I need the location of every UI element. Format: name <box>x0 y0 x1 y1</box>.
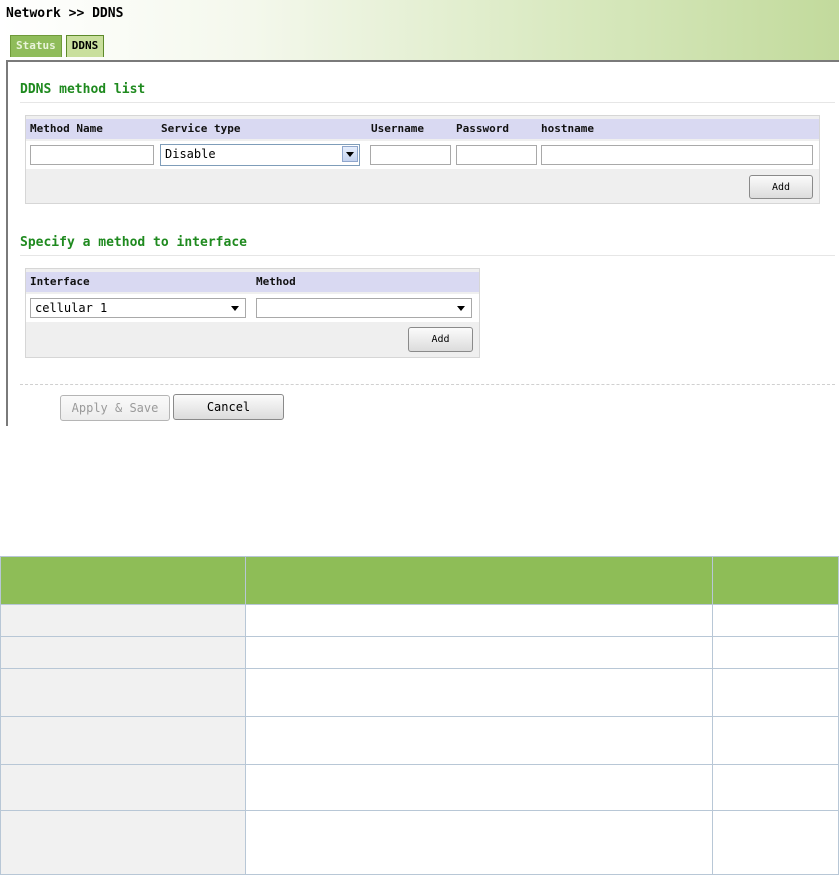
interface-value: cellular 1 <box>35 301 108 315</box>
service-type-select[interactable]: Disable <box>160 144 360 166</box>
interface-method-table: Interface Method cellular 1 Add <box>25 268 480 358</box>
breadcrumb: Network >> DDNS <box>6 6 124 21</box>
table-header-row <box>0 556 839 605</box>
interface-select[interactable]: cellular 1 <box>30 298 246 318</box>
table-row <box>0 668 839 717</box>
apply-save-button[interactable]: Apply & Save <box>60 395 170 421</box>
chevron-down-icon <box>231 306 239 311</box>
section-title-interface: Specify a method to interface <box>20 235 247 250</box>
method-select[interactable] <box>256 298 472 318</box>
add-method-button[interactable]: Add <box>749 175 813 199</box>
col-username: Username <box>371 122 424 135</box>
add-interface-button[interactable]: Add <box>408 327 473 352</box>
method-name-input[interactable] <box>30 145 154 165</box>
tab-ddns[interactable]: DDNS <box>65 35 105 57</box>
dropdown-arrow-icon[interactable] <box>342 146 358 162</box>
actions-divider <box>20 384 835 385</box>
tab-status[interactable]: Status <box>10 35 62 57</box>
interface-table-header: Interface Method <box>26 272 479 292</box>
table-header-cell <box>712 556 839 605</box>
tab-strip: Status DDNS <box>10 35 105 57</box>
service-type-value: Disable <box>165 147 216 161</box>
top-header-bar: Network >> DDNS Status DDNS <box>0 0 839 62</box>
password-input[interactable] <box>456 145 537 165</box>
col-service-type: Service type <box>161 122 241 135</box>
col-hostname: hostname <box>541 122 594 135</box>
hostname-input[interactable] <box>541 145 813 165</box>
table-row <box>0 604 839 637</box>
col-interface: Interface <box>30 275 90 288</box>
table-header-cell <box>244 556 714 605</box>
col-method-name: Method Name <box>30 122 103 135</box>
table-row <box>0 810 839 875</box>
parameter-table <box>0 556 839 875</box>
section-title-ddns-method-list: DDNS method list <box>20 82 146 97</box>
section-divider <box>20 102 835 103</box>
ddns-method-table-header: Method Name Service type Username Passwo… <box>26 119 819 139</box>
section-divider <box>20 255 835 256</box>
ddns-method-table: Method Name Service type Username Passwo… <box>25 115 820 204</box>
col-method: Method <box>256 275 296 288</box>
table-header-cell <box>0 556 246 605</box>
cancel-button[interactable]: Cancel <box>173 394 284 420</box>
col-password: Password <box>456 122 509 135</box>
chevron-down-icon <box>457 306 465 311</box>
table-row <box>0 764 839 811</box>
username-input[interactable] <box>370 145 451 165</box>
table-row <box>0 636 839 669</box>
table-row <box>0 716 839 765</box>
